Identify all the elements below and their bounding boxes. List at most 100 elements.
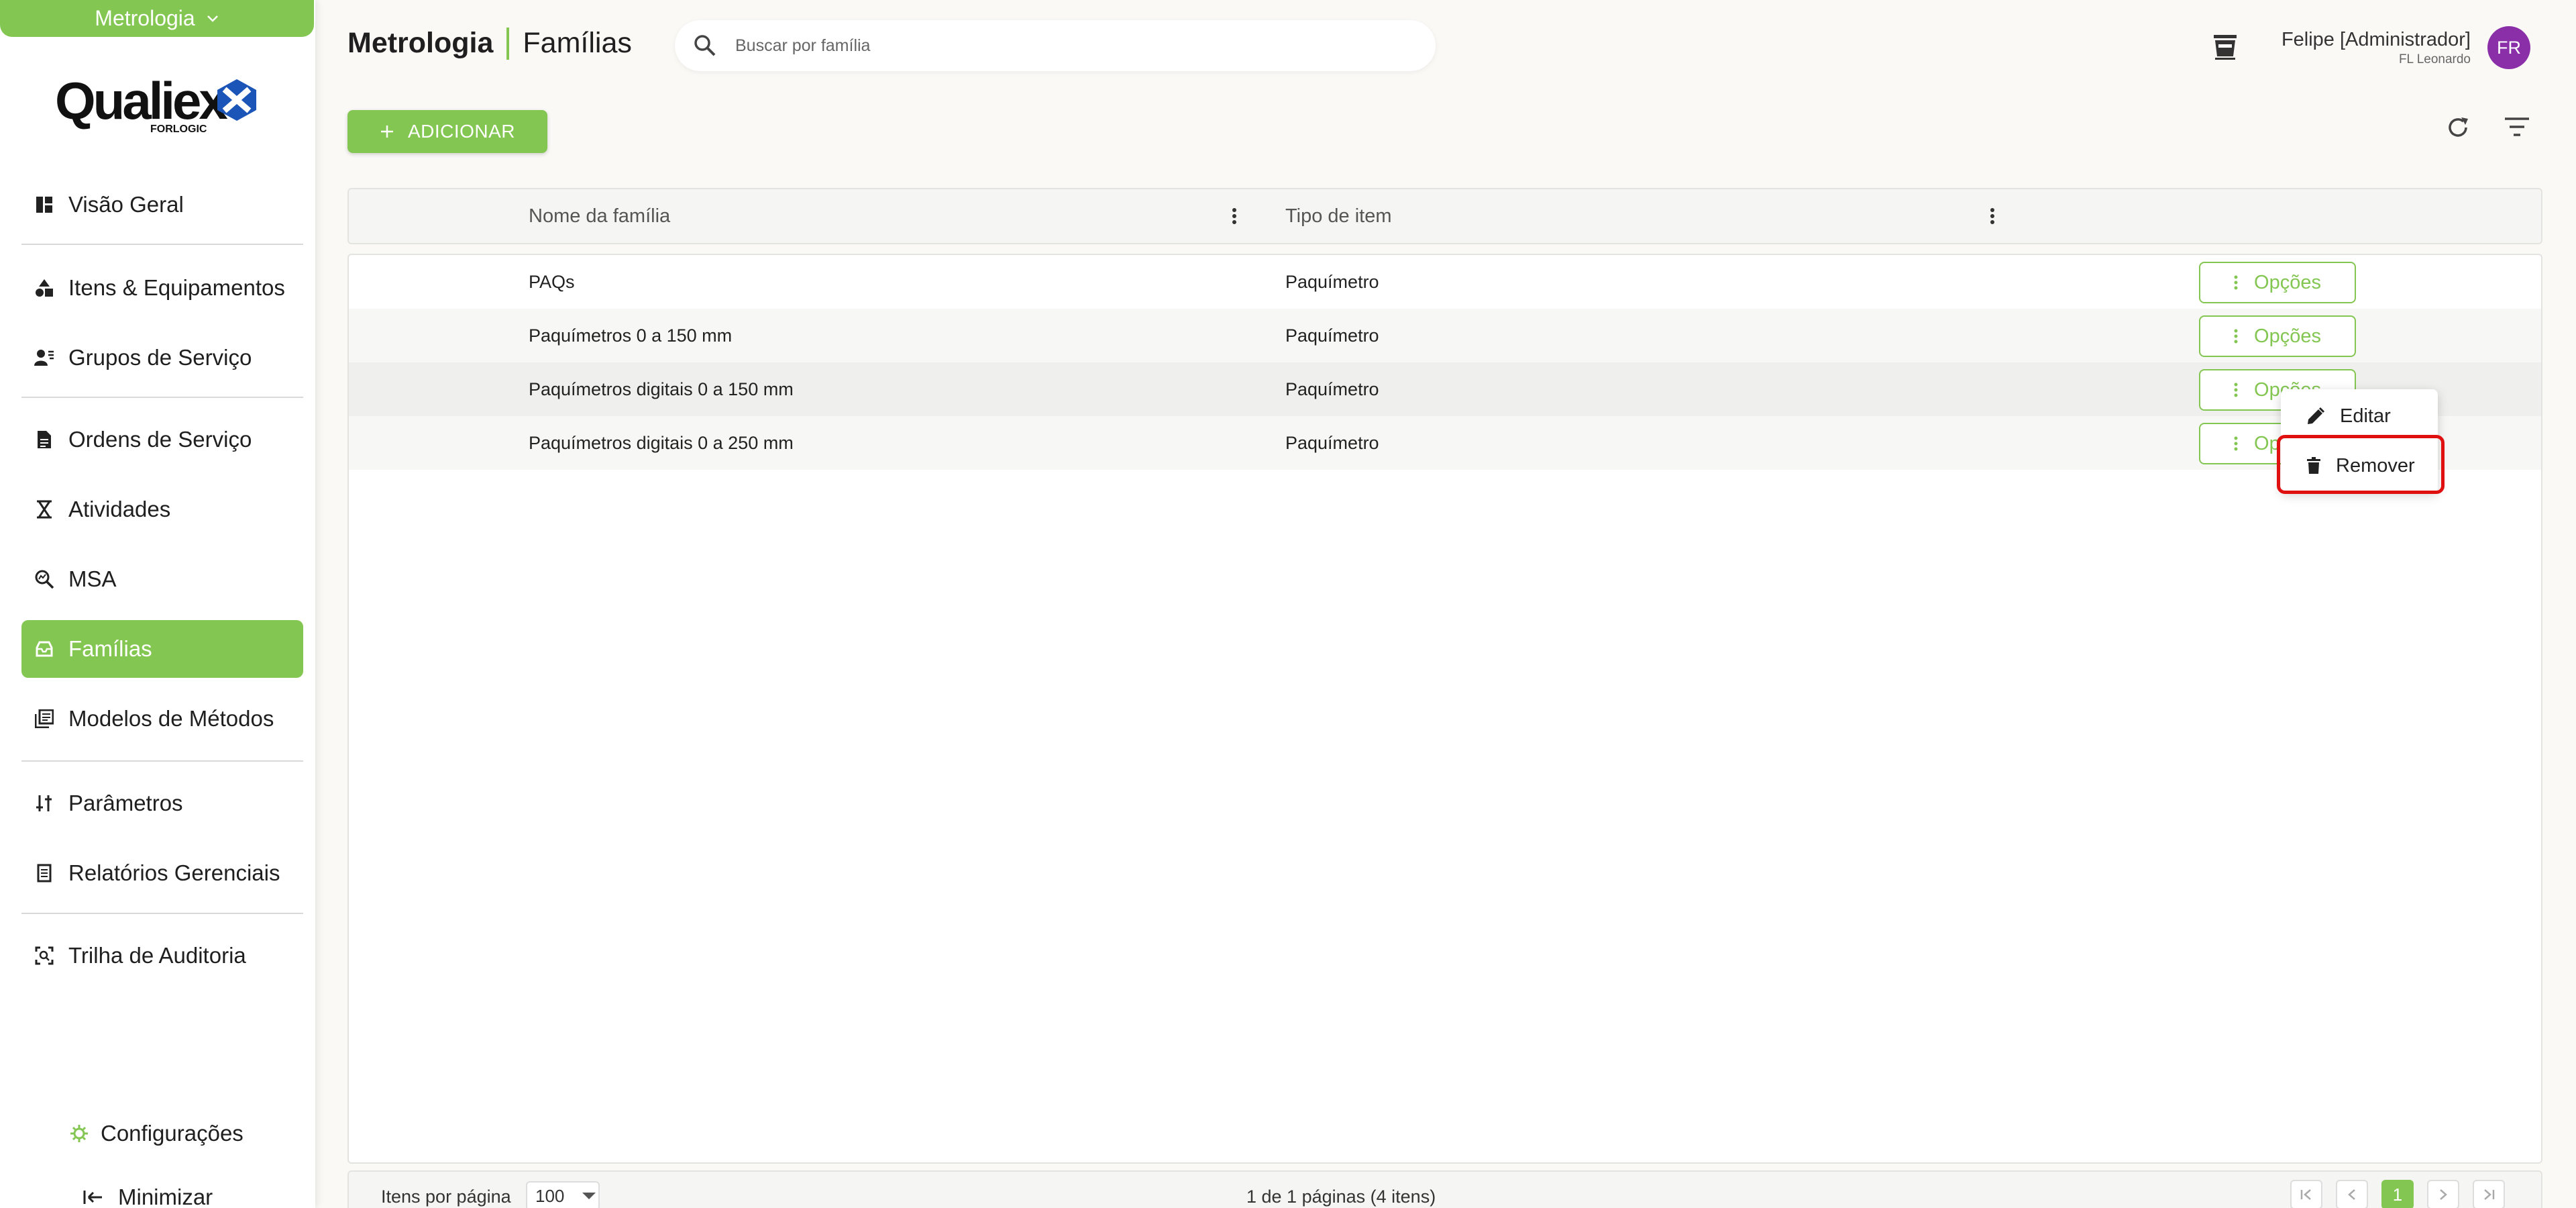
sidebar-item-label: Parâmetros <box>68 791 183 815</box>
plus-icon <box>380 124 394 139</box>
menu-item-edit[interactable]: Editar <box>2281 393 2438 439</box>
config-label: Configurações <box>101 1121 244 1146</box>
add-button-label: ADICIONAR <box>407 121 516 142</box>
sidebar-item-atividades[interactable]: Atividades <box>21 481 303 538</box>
logo-subtext: FORLOGIC <box>150 123 207 135</box>
more-vert-icon <box>2234 436 2238 452</box>
table-row[interactable]: PAQs Paquímetro Opções <box>349 255 2541 309</box>
sidebar: Metrologia Qualiex FORLOGIC Visão Geral … <box>0 0 315 1208</box>
logo-mark-icon <box>216 78 258 125</box>
nav-divider <box>21 913 303 914</box>
previous-page-button[interactable] <box>2336 1180 2368 1208</box>
next-page-button[interactable] <box>2427 1180 2459 1208</box>
page-title-module: Metrologia <box>347 27 494 59</box>
options-button[interactable]: Opções <box>2199 262 2356 303</box>
sidebar-item-msa[interactable]: MSA <box>21 550 303 608</box>
table-row[interactable]: Paquímetros digitais 0 a 250 mm Paquímet… <box>349 416 2541 470</box>
column-menu-icon[interactable] <box>1232 207 1237 225</box>
family-name-cell: PAQs <box>529 271 575 292</box>
audit-icon <box>34 945 55 966</box>
table-row[interactable]: Paquímetros 0 a 150 mm Paquímetro Opções <box>349 309 2541 362</box>
page-title-page: Famílias <box>523 27 632 59</box>
first-page-icon <box>2300 1189 2313 1201</box>
filter-icon <box>2504 115 2530 138</box>
sidebar-item-visao-geral[interactable]: Visão Geral <box>21 176 303 234</box>
menu-item-remove[interactable]: Remover <box>2281 443 2438 489</box>
add-button[interactable]: ADICIONAR <box>347 110 547 153</box>
sidebar-item-relatorios[interactable]: Relatórios Gerenciais <box>21 844 303 902</box>
sidebar-item-trilha-auditoria[interactable]: Trilha de Auditoria <box>21 927 303 985</box>
minimize-label: Minimizar <box>118 1185 213 1208</box>
sidebar-item-modelos-metodos[interactable]: Modelos de Métodos <box>21 690 303 748</box>
options-label: Opções <box>2254 271 2321 293</box>
item-type-cell: Paquímetro <box>1285 271 1379 292</box>
filter-button[interactable] <box>2504 115 2530 138</box>
item-type-cell: Paquímetro <box>1285 325 1379 346</box>
per-page-label: Itens por página <box>381 1187 511 1207</box>
sidebar-item-label: Visão Geral <box>68 192 184 217</box>
sidebar-item-label: Famílias <box>68 636 152 661</box>
sidebar-item-grupos-servico[interactable]: Grupos de Serviço <box>21 329 303 387</box>
report-icon <box>34 862 55 884</box>
column-header-tipo[interactable]: Tipo de item <box>1285 189 1392 243</box>
family-name-cell: Paquímetros digitais 0 a 150 mm <box>529 379 794 399</box>
refresh-icon <box>2445 114 2471 141</box>
first-page-button[interactable] <box>2290 1180 2322 1208</box>
sidebar-item-parametros[interactable]: Parâmetros <box>21 774 303 832</box>
pencil-icon <box>2306 407 2325 425</box>
collapse-left-icon <box>83 1189 103 1205</box>
per-page-select[interactable]: 100 <box>526 1181 600 1208</box>
item-type-cell: Paquímetro <box>1285 432 1379 453</box>
coffee-button[interactable] <box>2212 34 2238 60</box>
options-button[interactable]: Opções <box>2199 315 2356 357</box>
user-name: Felipe [Administrador] <box>2281 29 2471 50</box>
shapes-icon <box>34 277 55 299</box>
trash-icon <box>2306 457 2321 474</box>
sidebar-item-label: Ordens de Serviço <box>68 427 252 452</box>
user-group-icon <box>34 347 55 368</box>
sidebar-item-ordens-servico[interactable]: Ordens de Serviço <box>21 411 303 468</box>
more-vert-icon <box>2234 382 2238 398</box>
table-body: PAQs Paquímetro Opções Paquímetros 0 a 1… <box>347 254 2542 1164</box>
logo-text: Qualiex <box>55 71 228 130</box>
chevron-left-icon <box>2347 1189 2357 1201</box>
sidebar-item-itens-equipamentos[interactable]: Itens & Equipamentos <box>21 259 303 317</box>
library-icon <box>34 708 55 729</box>
table-row[interactable]: Paquímetros digitais 0 a 150 mm Paquímet… <box>349 362 2541 416</box>
search-box[interactable] <box>675 20 1436 71</box>
last-page-icon <box>2482 1189 2496 1201</box>
user-company: FL Leonardo <box>2398 52 2471 66</box>
nav-divider <box>21 397 303 398</box>
magnify-chart-icon <box>34 568 55 590</box>
minimize-button[interactable]: Minimizar <box>83 1185 213 1208</box>
chevron-down-icon <box>206 14 219 23</box>
avatar[interactable]: FR <box>2487 26 2530 69</box>
column-header-nome[interactable]: Nome da família <box>529 189 670 243</box>
sidebar-item-label: Atividades <box>68 497 171 521</box>
dashboard-icon <box>34 194 55 215</box>
pagination-bar: Itens por página 100 1 de 1 páginas (4 i… <box>347 1170 2542 1208</box>
family-name-cell: Paquímetros digitais 0 a 250 mm <box>529 432 794 453</box>
page-number-button[interactable]: 1 <box>2381 1180 2414 1208</box>
gear-icon <box>70 1124 89 1143</box>
caret-down-icon <box>582 1192 596 1200</box>
sidebar-item-label: Itens & Equipamentos <box>68 275 285 300</box>
document-icon <box>34 429 55 450</box>
refresh-button[interactable] <box>2445 114 2471 141</box>
item-type-cell: Paquímetro <box>1285 379 1379 399</box>
sidebar-item-label: Relatórios Gerenciais <box>68 860 280 885</box>
search-icon <box>694 34 716 57</box>
module-switch-button[interactable]: Metrologia <box>0 0 314 37</box>
sidebar-item-familias[interactable]: Famílias <box>21 620 303 678</box>
sidebar-item-label: Grupos de Serviço <box>68 345 252 370</box>
chevron-right-icon <box>2438 1189 2448 1201</box>
column-menu-icon[interactable] <box>1990 207 1995 225</box>
more-vert-icon <box>2234 274 2238 291</box>
sidebar-item-configuracoes[interactable]: Configurações <box>70 1121 244 1146</box>
module-switch-label: Metrologia <box>95 6 195 30</box>
family-name-cell: Paquímetros 0 a 150 mm <box>529 325 733 346</box>
qualiex-logo: Qualiex FORLOGIC <box>55 72 263 140</box>
table-header: Nome da família Tipo de item <box>347 188 2542 244</box>
search-input[interactable] <box>735 36 1339 56</box>
last-page-button[interactable] <box>2473 1180 2505 1208</box>
